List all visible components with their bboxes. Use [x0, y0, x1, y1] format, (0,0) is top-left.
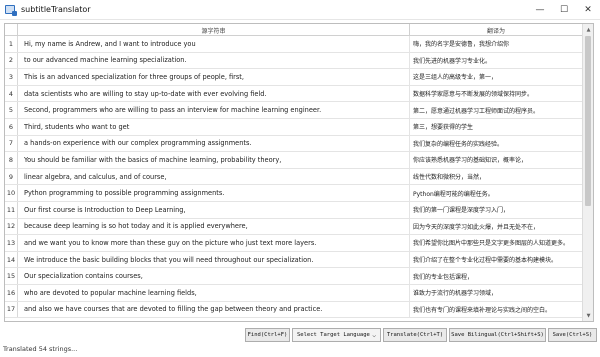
target-cell[interactable]: 因为今天的深度学习如此火爆，并且无处不在，: [410, 219, 583, 235]
target-cell[interactable]: 我们的第一门课程是深度学习入门，: [410, 202, 583, 218]
source-cell[interactable]: because deep learning is so hot today an…: [18, 218, 410, 235]
table-row[interactable]: 9 linear algebra, and calculus, and of co…: [5, 168, 583, 186]
table-row[interactable]: 2 to our advanced machine learning specia…: [5, 52, 583, 70]
row-number[interactable]: 4: [5, 85, 18, 102]
close-button[interactable]: ✕: [576, 0, 600, 20]
table-row[interactable]: 13 and we want you to know more than thes…: [5, 235, 583, 252]
table-row[interactable]: 16 who are devoted to popular machine lea…: [5, 284, 583, 302]
table-row[interactable]: 8 You should be familiar with the basics …: [5, 152, 583, 169]
table-row[interactable]: 12 because deep learning is so hot today …: [5, 218, 583, 236]
window-title: subtitleTranslator: [21, 5, 91, 14]
target-cell[interactable]: 数据科学家愿意与不断发展的领域保持同步。: [410, 86, 583, 102]
source-cell[interactable]: and we want you to know more than these …: [18, 235, 410, 251]
title-bar: subtitleTranslator — ☐ ✕: [0, 0, 600, 20]
source-cell[interactable]: Our first course is Introduction to Deep…: [18, 201, 410, 218]
save-button[interactable]: Save(Ctrl+S): [548, 328, 597, 342]
find-button[interactable]: Find(Ctrl+F): [245, 328, 290, 342]
source-cell[interactable]: Our specialization contains courses,: [18, 268, 410, 284]
grid-rows: 1 Hi, my name is Andrew, and I want to in…: [5, 36, 583, 319]
row-number[interactable]: 9: [5, 168, 18, 185]
table-row[interactable]: 4 data scientists who are willing to stay…: [5, 85, 583, 103]
source-cell[interactable]: and also we have courses that are devote…: [18, 301, 410, 318]
target-cell[interactable]: 我们希望你比图片中那些只是文字更多图层的人知道更多。: [410, 235, 583, 251]
window-controls: — ☐ ✕: [528, 0, 600, 20]
column-header-target[interactable]: 翻译为: [410, 24, 583, 36]
row-number[interactable]: 15: [5, 268, 18, 284]
row-number[interactable]: 11: [5, 201, 18, 218]
save-bilingual-button[interactable]: Save Bilingual(Ctrl+Shift+S): [449, 328, 546, 342]
table-row[interactable]: 15 Our specialization contains courses, 我们…: [5, 268, 583, 285]
target-cell[interactable]: 我们先进的机器学习专业化。: [410, 53, 583, 69]
source-cell[interactable]: Second, programmers who are willing to p…: [18, 102, 410, 118]
table-row[interactable]: 11 Our first course is Introduction to De…: [5, 201, 583, 219]
source-cell[interactable]: You should be familiar with the basics o…: [18, 152, 410, 168]
target-cell[interactable]: 第二，愿意通过机器学习工程师面试的程序员。: [410, 102, 583, 118]
target-cell[interactable]: 第三，想要获得的学生: [410, 119, 583, 135]
table-row[interactable]: 5 Second, programmers who are willing to …: [5, 102, 583, 119]
source-cell[interactable]: who are devoted to popular machine learn…: [18, 284, 410, 301]
row-number[interactable]: 10: [5, 185, 18, 201]
scroll-down-arrow-icon[interactable]: ▼: [583, 310, 593, 321]
row-number[interactable]: 13: [5, 235, 18, 251]
scroll-thumb[interactable]: [585, 36, 591, 206]
translate-button[interactable]: Translate(Ctrl+T): [383, 328, 447, 342]
grid-header: 源字符串 翻译为: [5, 24, 583, 36]
target-cell[interactable]: 我们介绍了在整个专业化过程中需要的基本构建模块。: [410, 252, 583, 268]
target-cell[interactable]: 线性代数和微积分，当然，: [410, 169, 583, 185]
target-cell[interactable]: 这是三组人的高级专业，第一，: [410, 69, 583, 85]
target-language-select[interactable]: Select Target Language ⌵: [292, 328, 381, 342]
target-cell[interactable]: 我们的专业包括课程，: [410, 268, 583, 284]
scroll-up-arrow-icon[interactable]: ▲: [583, 24, 593, 35]
table-row[interactable]: 1 Hi, my name is Andrew, and I want to in…: [5, 36, 583, 53]
minimize-button[interactable]: —: [528, 0, 552, 20]
row-number[interactable]: 8: [5, 152, 18, 168]
target-cell[interactable]: 你应该熟悉机器学习的基础知识，概率论，: [410, 152, 583, 168]
table-row[interactable]: 3 This is an advanced specialization for …: [5, 69, 583, 86]
source-cell[interactable]: a hands-on experience with our complex p…: [18, 135, 410, 152]
row-number[interactable]: 1: [5, 36, 18, 52]
header-corner[interactable]: [5, 24, 18, 35]
table-row[interactable]: 17 and also we have courses that are devo…: [5, 301, 583, 319]
row-number[interactable]: 3: [5, 69, 18, 85]
source-cell[interactable]: This is an advanced specialization for t…: [18, 69, 410, 85]
row-number[interactable]: 14: [5, 251, 18, 268]
row-number[interactable]: 17: [5, 301, 18, 318]
target-cell[interactable]: 我们也有专门的课程来填补理论与实践之间的空白。: [410, 302, 583, 318]
source-cell[interactable]: data scientists who are willing to stay …: [18, 85, 410, 102]
table-row[interactable]: 14 We introduce the basic building blocks…: [5, 251, 583, 269]
vertical-scrollbar[interactable]: ▲ ▼: [582, 24, 593, 321]
target-cell[interactable]: 我们复杂的编程任务的实践经验。: [410, 136, 583, 152]
target-cell[interactable]: Python编程可能的编程任务。: [410, 185, 583, 201]
target-cell[interactable]: 嗨，我的名字是安德鲁，我想介绍你: [410, 36, 583, 52]
source-cell[interactable]: linear algebra, and calculus, and of cou…: [18, 168, 410, 185]
maximize-button[interactable]: ☐: [552, 0, 576, 20]
subtitle-grid[interactable]: 源字符串 翻译为 1 Hi, my name is Andrew, and I w…: [4, 23, 594, 322]
chevron-down-icon: ⌵: [372, 332, 376, 339]
source-cell[interactable]: Python programming to possible programmi…: [18, 185, 410, 201]
source-cell[interactable]: We introduce the basic building blocks t…: [18, 251, 410, 268]
status-text: Translated 54 strings...: [3, 345, 78, 353]
source-cell[interactable]: Third, students who want to get: [18, 118, 410, 135]
row-number[interactable]: 12: [5, 218, 18, 235]
table-row[interactable]: 10 Python programming to possible program…: [5, 185, 583, 202]
row-number[interactable]: 6: [5, 118, 18, 135]
row-number[interactable]: 7: [5, 135, 18, 152]
source-cell[interactable]: to our advanced machine learning special…: [18, 52, 410, 69]
source-cell[interactable]: Hi, my name is Andrew, and I want to int…: [18, 36, 410, 52]
table-row[interactable]: 7a hands-on experience with our complex …: [5, 135, 583, 153]
table-row[interactable]: 6 Third, students who want to get 第三，想要获得的…: [5, 118, 583, 136]
column-header-source[interactable]: 源字符串: [18, 24, 410, 36]
app-icon: [5, 5, 17, 16]
target-language-label: Select Target Language: [297, 332, 370, 338]
target-cell[interactable]: 谁致力于流行的机器学习领域，: [410, 285, 583, 301]
row-number[interactable]: 5: [5, 102, 18, 118]
row-number[interactable]: 2: [5, 52, 18, 69]
row-number[interactable]: 16: [5, 284, 18, 301]
